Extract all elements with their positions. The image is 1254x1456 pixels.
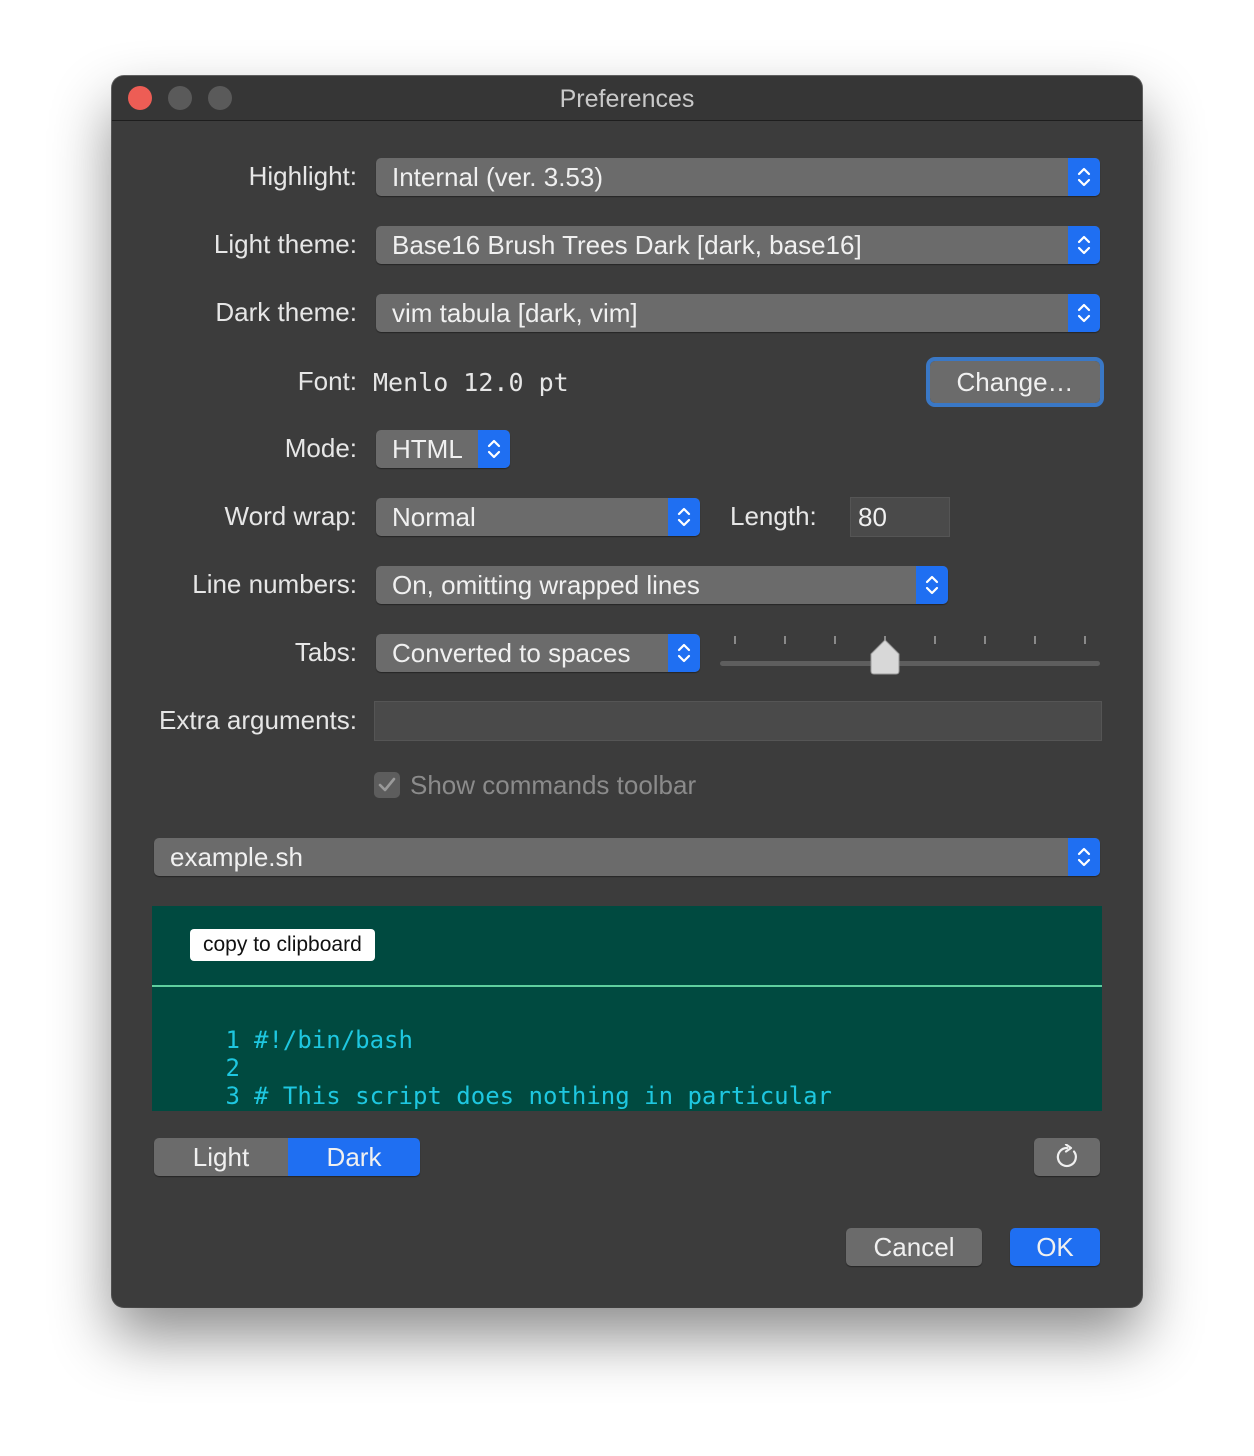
slider-tick <box>1034 636 1036 644</box>
slider-knob[interactable] <box>869 639 901 680</box>
highlight-value: Internal (ver. 3.53) <box>392 162 603 192</box>
preview-divider <box>152 985 1102 987</box>
tabs-popup[interactable]: Converted to spaces <box>376 634 700 672</box>
slider-tick <box>934 636 936 644</box>
line-number: 3 <box>225 1082 240 1110</box>
cancel-button[interactable]: Cancel <box>846 1228 982 1266</box>
font-label: Font: <box>297 366 357 396</box>
dark-theme-label: Dark theme: <box>215 297 357 327</box>
popup-arrows-icon <box>1068 838 1100 876</box>
slider-tick <box>734 636 736 644</box>
tabs-label: Tabs: <box>294 637 357 667</box>
code-block: 1 #!/bin/bash 2 3 # This script does nothi… <box>152 1026 1102 1110</box>
dark-segment[interactable]: Dark <box>288 1138 420 1176</box>
tabs-value: Converted to spaces <box>392 638 631 668</box>
preferences-window: Preferences Highlight: Internal (ver. 3.… <box>112 76 1142 1307</box>
popup-arrows-icon <box>1068 226 1100 264</box>
title-bar: Preferences <box>112 76 1142 121</box>
refresh-icon <box>1056 1144 1077 1168</box>
code-preview: copy to clipboard 1 #!/bin/bash 2 3 # This… <box>152 906 1102 1111</box>
font-value: Menlo 12.0 pt <box>373 368 569 397</box>
mode-popup[interactable]: HTML <box>376 430 510 468</box>
light-segment[interactable]: Light <box>154 1138 288 1176</box>
word-wrap-popup[interactable]: Normal <box>376 498 700 536</box>
window-title: Preferences <box>559 85 695 113</box>
popup-arrows-icon <box>668 498 700 536</box>
copy-to-clipboard-button[interactable]: copy to clipboard <box>190 929 375 961</box>
line-numbers-value: On, omitting wrapped lines <box>392 570 700 600</box>
mode-value: HTML <box>392 434 463 464</box>
line-text: #!/bin/bash <box>254 1026 413 1054</box>
word-wrap-label: Word wrap: <box>224 501 357 531</box>
popup-arrows-icon <box>478 430 510 468</box>
show-toolbar-checkbox[interactable] <box>374 772 400 798</box>
slider-tick <box>984 636 986 644</box>
dark-theme-value: vim tabula [dark, vim] <box>392 298 638 328</box>
light-theme-popup[interactable]: Base16 Brush Trees Dark [dark, base16] <box>376 226 1100 264</box>
light-theme-value: Base16 Brush Trees Dark [dark, base16] <box>392 230 862 260</box>
highlight-popup[interactable]: Internal (ver. 3.53) <box>376 158 1100 196</box>
extra-arguments-field[interactable] <box>374 701 1102 741</box>
light-theme-label: Light theme: <box>213 229 357 259</box>
popup-arrows-icon <box>916 566 948 604</box>
length-field[interactable]: 80 <box>850 497 950 537</box>
code-line: 1 #!/bin/bash <box>152 1026 1102 1054</box>
example-file-value: example.sh <box>170 842 303 872</box>
slider-tick <box>784 636 786 644</box>
line-text: # This script does nothing in particular <box>254 1082 832 1110</box>
change-font-button[interactable]: Change… <box>926 357 1104 407</box>
slider-tick <box>834 636 836 644</box>
code-line: 3 # This script does nothing in particula… <box>152 1082 1102 1110</box>
line-number: 2 <box>225 1054 240 1082</box>
line-text <box>240 1054 254 1082</box>
example-file-popup[interactable]: example.sh <box>154 838 1100 876</box>
word-wrap-value: Normal <box>392 502 476 532</box>
refresh-button[interactable] <box>1034 1138 1100 1176</box>
ok-button[interactable]: OK <box>1010 1228 1100 1266</box>
line-numbers-label: Line numbers: <box>192 569 357 599</box>
tab-width-slider[interactable] <box>720 661 1100 666</box>
line-number: 1 <box>225 1026 240 1054</box>
dark-theme-popup[interactable]: vim tabula [dark, vim] <box>376 294 1100 332</box>
appearance-segmented-control: Light Dark <box>154 1138 420 1176</box>
extra-arguments-label: Extra arguments: <box>159 705 357 735</box>
highlight-label: Highlight: <box>248 161 357 191</box>
popup-arrows-icon <box>1068 158 1100 196</box>
slider-tick <box>1084 636 1086 644</box>
popup-arrows-icon <box>1068 294 1100 332</box>
mode-label: Mode: <box>284 433 357 463</box>
popup-arrows-icon <box>668 634 700 672</box>
show-toolbar-label: Show commands toolbar <box>410 770 697 800</box>
length-label: Length: <box>730 501 817 531</box>
code-line: 2 <box>152 1054 1102 1082</box>
line-numbers-popup[interactable]: On, omitting wrapped lines <box>376 566 948 604</box>
